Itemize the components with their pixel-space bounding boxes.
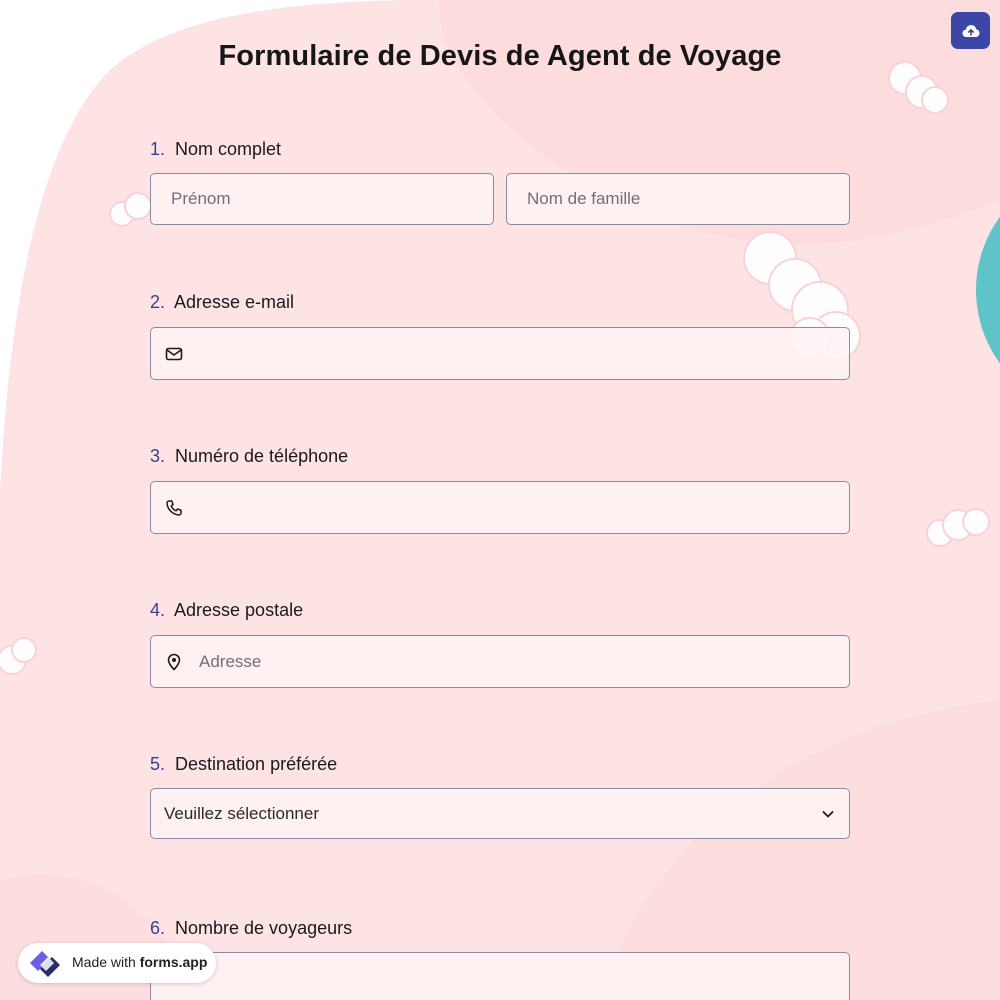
last-name-field[interactable]: Nom de famille bbox=[506, 173, 850, 225]
question-label-address: 4. Adresse postale bbox=[150, 600, 303, 621]
phone-icon bbox=[166, 499, 182, 516]
question-text: Nombre de voyageurs bbox=[175, 918, 353, 938]
question-text: Adresse postale bbox=[174, 600, 304, 620]
form-title: Formulaire de Devis de Agent de Voyage bbox=[218, 40, 782, 72]
question-label-email: 2. Adresse e-mail bbox=[150, 292, 294, 313]
destination-select[interactable]: Veuillez sélectionner bbox=[150, 788, 850, 839]
question-number: 5. bbox=[150, 754, 166, 774]
question-label-destination: 5. Destination préférée bbox=[150, 754, 337, 775]
email-field[interactable] bbox=[150, 327, 850, 380]
question-number: 2. bbox=[150, 292, 166, 312]
travelers-field[interactable] bbox=[150, 952, 850, 1000]
question-number: 4. bbox=[150, 600, 166, 620]
phone-field[interactable] bbox=[150, 481, 850, 534]
last-name-placeholder: Nom de famille bbox=[527, 189, 641, 208]
question-text: Adresse e-mail bbox=[174, 292, 295, 312]
question-number: 3. bbox=[150, 446, 166, 466]
chevron-down-icon bbox=[822, 810, 834, 817]
question-label-phone: 3. Numéro de téléphone bbox=[150, 446, 348, 467]
question-text: Numéro de téléphone bbox=[175, 446, 349, 466]
made-with-badge[interactable]: Made with forms.app bbox=[18, 943, 216, 983]
first-name-field[interactable]: Prénom bbox=[150, 173, 494, 225]
mail-icon bbox=[165, 347, 183, 360]
form-page: Formulaire de Devis de Agent de Voyage 1… bbox=[0, 0, 1000, 1000]
question-number: 6. bbox=[150, 918, 166, 938]
first-name-placeholder: Prénom bbox=[171, 189, 231, 208]
question-number: 1. bbox=[150, 139, 166, 159]
badge-made-with: Made with bbox=[72, 954, 136, 970]
question-text: Nom complet bbox=[175, 139, 282, 159]
forms-app-logo-icon bbox=[30, 951, 60, 977]
address-placeholder: Adresse bbox=[199, 651, 262, 671]
destination-selected-value: Veuillez sélectionner bbox=[164, 803, 319, 823]
question-text: Destination préférée bbox=[175, 754, 338, 774]
address-field[interactable]: Adresse bbox=[150, 635, 850, 688]
question-label-full-name: 1. Nom complet bbox=[150, 139, 281, 160]
cloud-upload-icon bbox=[962, 24, 979, 37]
badge-brand: forms.app bbox=[139, 954, 208, 970]
badge-text: Made with forms.app bbox=[72, 954, 207, 970]
question-label-travelers: 6. Nombre de voyageurs bbox=[150, 918, 352, 939]
map-pin-icon bbox=[167, 653, 181, 670]
